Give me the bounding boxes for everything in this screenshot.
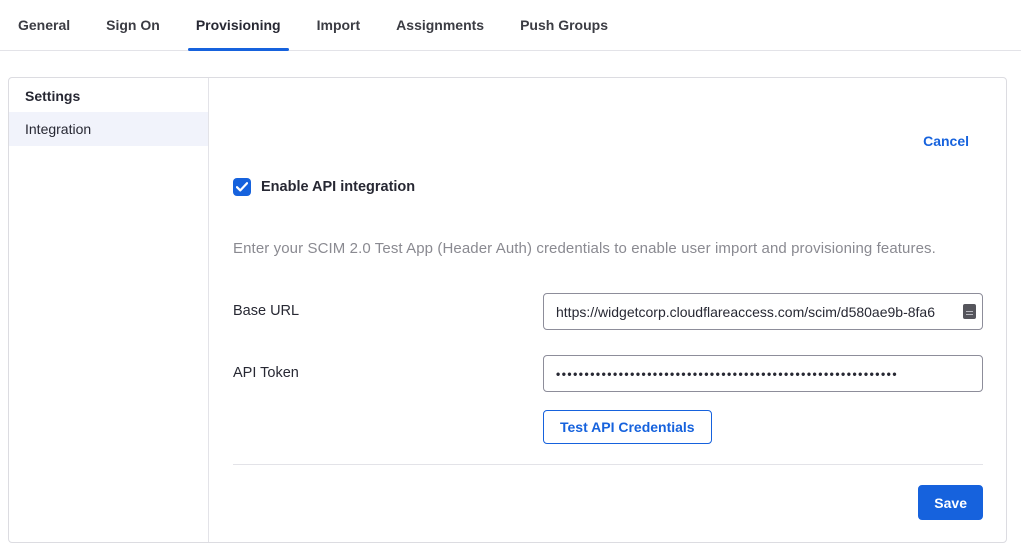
settings-sidebar: Settings Integration xyxy=(9,78,209,542)
tab-sign-on[interactable]: Sign On xyxy=(98,0,168,50)
api-token-input[interactable] xyxy=(543,355,983,392)
form-divider xyxy=(233,464,983,465)
tab-assignments[interactable]: Assignments xyxy=(388,0,492,50)
tab-import[interactable]: Import xyxy=(309,0,369,50)
api-token-row: API Token xyxy=(233,355,983,392)
base-url-input[interactable] xyxy=(543,293,983,330)
text-selection-artifact xyxy=(963,304,976,319)
sidebar-header-settings: Settings xyxy=(9,78,208,112)
credentials-description: Enter your SCIM 2.0 Test App (Header Aut… xyxy=(233,240,983,257)
save-button[interactable]: Save xyxy=(918,485,983,520)
enable-api-checkbox[interactable] xyxy=(233,178,251,196)
enable-api-label: Enable API integration xyxy=(261,179,415,195)
sidebar-item-integration[interactable]: Integration xyxy=(9,112,208,146)
tab-general[interactable]: General xyxy=(10,0,78,50)
integration-form: Cancel Enable API integration Enter your… xyxy=(209,78,1007,542)
base-url-row: Base URL xyxy=(233,293,983,330)
api-token-input-wrap xyxy=(543,355,983,392)
tab-provisioning[interactable]: Provisioning xyxy=(188,0,289,50)
api-token-label: API Token xyxy=(233,355,543,381)
cancel-row: Cancel xyxy=(233,78,983,149)
save-row: Save xyxy=(233,485,983,520)
base-url-label: Base URL xyxy=(233,293,543,319)
tab-push-groups[interactable]: Push Groups xyxy=(512,0,616,50)
provisioning-panel: Settings Integration Cancel Enable API i… xyxy=(8,77,1007,543)
checkmark-icon xyxy=(236,182,248,192)
test-api-credentials-button[interactable]: Test API Credentials xyxy=(543,410,712,444)
app-tab-bar: General Sign On Provisioning Import Assi… xyxy=(0,0,1021,51)
enable-api-row: Enable API integration xyxy=(233,178,983,196)
test-credentials-row: Test API Credentials xyxy=(543,410,983,444)
cancel-button[interactable]: Cancel xyxy=(923,133,969,149)
base-url-input-wrap xyxy=(543,293,983,330)
